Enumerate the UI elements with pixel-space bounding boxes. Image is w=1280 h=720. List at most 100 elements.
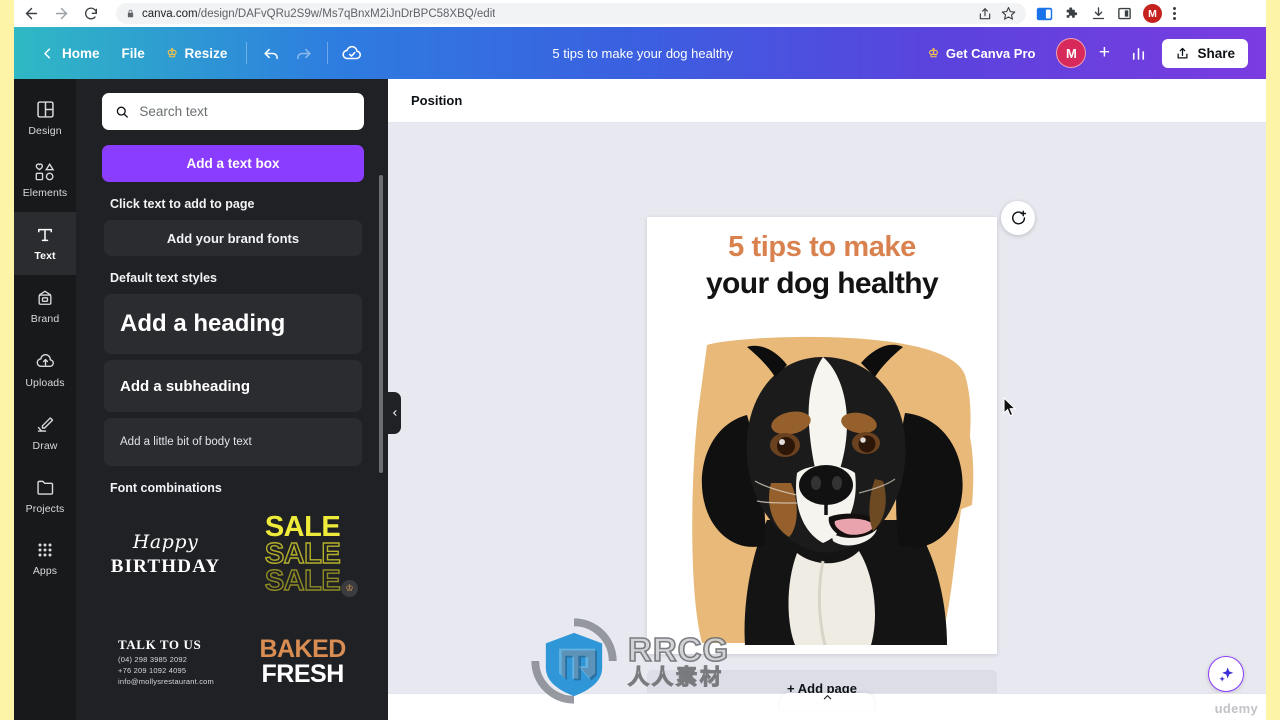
dog-illustration[interactable] — [647, 305, 997, 646]
collapse-panel-button[interactable] — [388, 392, 401, 434]
browser-toolbar: canva.com/design/DAFvQRu2S9w/Ms7qBnxM2iJ… — [0, 0, 1280, 27]
text-t-icon — [38, 228, 52, 242]
share-button[interactable]: Share — [1162, 38, 1248, 68]
reload-button[interactable] — [78, 1, 104, 27]
sidebar-item-text[interactable]: Text — [14, 212, 76, 275]
file-menu-button[interactable]: File — [111, 37, 156, 69]
editor-area: Position 5 tips to make your dog healthy — [388, 79, 1266, 720]
toolbar-divider-1 — [246, 42, 248, 64]
redo-button[interactable] — [287, 37, 319, 69]
combo-line-2: BIRTHDAY — [110, 556, 221, 577]
sidebar-label-draw: Draw — [32, 439, 58, 452]
folder-icon — [36, 480, 53, 495]
design-title-line-2: your dog healthy — [705, 267, 939, 300]
sidebar-item-uploads[interactable]: Uploads — [14, 338, 76, 401]
document-title[interactable]: 5 tips to make your dog healthy — [542, 41, 743, 66]
redo-icon — [296, 48, 311, 59]
sidebar-item-elements[interactable]: Elements — [14, 149, 76, 212]
canva-toolbar: Home File ♔ Resize 5 tips to make your d… — [14, 27, 1266, 79]
kebab-menu-icon[interactable] — [1173, 7, 1176, 20]
side-panel-icon[interactable] — [1036, 7, 1053, 21]
mouse-cursor — [1003, 396, 1017, 422]
font-combination-row-2: TALK TO US (04) 298 3985 2092 +76 209 10… — [104, 614, 364, 709]
position-button[interactable]: Position — [403, 88, 470, 113]
cloud-save-status[interactable] — [336, 37, 368, 69]
upload-icon — [1177, 47, 1188, 58]
dog-portrait-illustration — [692, 336, 974, 646]
combo-line-1: SALE — [264, 511, 341, 544]
toolbar-right-group: ♔ Get Canva Pro M + Share — [917, 37, 1248, 69]
share-icon[interactable] — [978, 7, 992, 21]
resize-button[interactable]: ♔ Resize — [156, 37, 239, 69]
font-combo-sale[interactable]: SALE SALE SALE ♔ — [241, 507, 364, 602]
click-text-hint: Click text to add to page — [110, 197, 255, 211]
url-text: canva.com/design/DAFvQRu2S9w/Ms7qBnxM2iJ… — [142, 8, 495, 20]
address-bar[interactable]: canva.com/design/DAFvQRu2S9w/Ms7qBnxM2iJ… — [116, 3, 1026, 24]
resize-label: Resize — [184, 45, 228, 61]
combo-sale-stack: SALE SALE SALE — [264, 511, 341, 596]
panel-scrollbar[interactable] — [379, 175, 383, 473]
udemy-watermark: udemy — [1214, 701, 1258, 716]
browser-profile-avatar[interactable]: M — [1143, 4, 1162, 23]
search-input[interactable] — [139, 104, 351, 119]
font-combo-baked-fresh[interactable]: BAKED FRESH — [241, 614, 364, 709]
font-combo-happy-birthday[interactable]: Happy BIRTHDAY — [104, 507, 227, 602]
puzzle-piece-icon[interactable] — [1064, 6, 1080, 22]
cloud-check-icon — [342, 45, 362, 60]
page-edge-right — [1266, 0, 1280, 720]
sidebar-label-brand: Brand — [30, 313, 60, 325]
default-text-styles-label: Default text styles — [110, 271, 217, 285]
get-canva-pro-button[interactable]: ♔ Get Canva Pro — [917, 39, 1046, 68]
font-combo-talk-to-us[interactable]: TALK TO US (04) 298 3985 2092 +76 209 10… — [104, 614, 227, 709]
forward-button[interactable] — [48, 1, 74, 27]
star-icon[interactable] — [1001, 6, 1016, 21]
sidebar-item-brand[interactable]: Brand — [14, 275, 76, 338]
sidebar-item-projects[interactable]: Projects — [14, 464, 76, 527]
style-add-heading[interactable]: Add a heading — [104, 294, 362, 354]
back-button[interactable] — [18, 1, 44, 27]
add-collaborator-button[interactable]: + — [1090, 39, 1118, 67]
sidebar-label-design: Design — [28, 124, 62, 137]
split-screen-icon[interactable] — [1117, 6, 1132, 21]
page-edge-left — [0, 0, 14, 720]
magic-assistant-button[interactable] — [1208, 656, 1244, 692]
add-brand-fonts-button[interactable]: Add your brand fonts — [104, 220, 362, 256]
search-text-field[interactable] — [102, 93, 364, 130]
insights-button[interactable] — [1122, 37, 1154, 69]
file-label: File — [121, 45, 145, 61]
style-add-body-text[interactable]: Add a little bit of body text — [104, 418, 362, 466]
sparkle-icon — [1218, 666, 1233, 682]
expand-pages-tab[interactable] — [780, 693, 874, 711]
left-rail: Design Elements Text Brand Uploads Draw … — [14, 79, 76, 720]
search-icon — [116, 106, 128, 118]
bottom-bar — [388, 693, 1266, 720]
download-icon[interactable] — [1091, 6, 1106, 21]
forward-arrow-icon — [55, 7, 67, 20]
sidebar-label-elements: Elements — [22, 187, 68, 199]
rrcg-watermark-text: RRCG 人人素材 — [627, 632, 729, 688]
sidebar-item-design[interactable]: Design — [14, 86, 76, 149]
omnibox-actions — [970, 6, 1016, 21]
combo-line-2: +76 209 1092 4095 — [118, 666, 187, 675]
design-page[interactable]: 5 tips to make your dog healthy — [647, 217, 997, 654]
style-add-subheading[interactable]: Add a subheading — [104, 360, 362, 412]
comment-button[interactable] — [1001, 201, 1035, 235]
get-pro-label: Get Canva Pro — [945, 45, 1036, 61]
canvas-stage[interactable]: 5 tips to make your dog healthy + Add pa… — [388, 123, 1266, 720]
undo-button[interactable] — [255, 37, 287, 69]
sidebar-item-draw[interactable]: Draw — [14, 401, 76, 464]
pro-crown-icon: ♔ — [341, 580, 358, 597]
shapes-icon — [35, 162, 55, 181]
home-button[interactable]: Home — [36, 37, 111, 69]
combo-line-2: SALE — [264, 538, 341, 571]
sidebar-label-text: Text — [34, 250, 56, 262]
upload-cloud-icon — [36, 353, 54, 367]
text-panel: Add a text box Click text to add to page… — [76, 79, 388, 720]
design-title-line-1: 5 tips to make — [728, 231, 916, 263]
shield-logo-icon — [531, 618, 617, 704]
add-text-box-button[interactable]: Add a text box — [102, 145, 364, 182]
combo-line-2: FRESH — [261, 659, 345, 688]
chevron-left-icon — [392, 410, 396, 416]
user-avatar[interactable]: M — [1056, 38, 1087, 68]
sidebar-item-apps[interactable]: Apps — [14, 527, 76, 590]
